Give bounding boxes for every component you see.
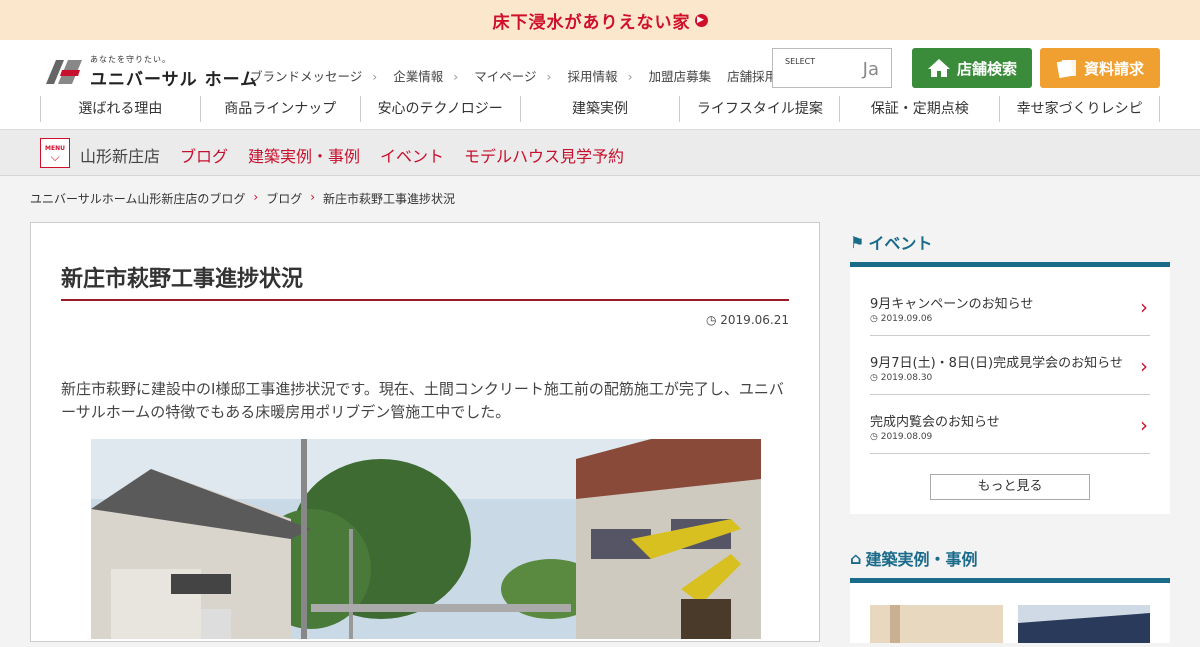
clock-icon: ◷ [870, 373, 878, 383]
clock-icon: ◷ [870, 432, 878, 442]
store-name: 山形新庄店 [80, 147, 161, 166]
util-link-recruit[interactable]: 採用情報 [568, 66, 633, 85]
event-item[interactable]: 9月キャンペーンのお知らせ ◷ 2019.09.06 › [870, 277, 1150, 336]
language-select[interactable]: SELECT Ja [772, 48, 892, 88]
nav-item-lifestyle[interactable]: ライフスタイル提案 [679, 96, 839, 122]
document-icon [1056, 59, 1076, 78]
event-item[interactable]: 完成内覧会のお知らせ ◷ 2019.08.09 › [870, 395, 1150, 454]
logo-mark-icon [46, 60, 82, 84]
chevron-right-icon: › [1140, 413, 1148, 437]
flag-icon: ⚑ [850, 232, 865, 252]
article-date-text: 2019.06.21 [720, 313, 789, 327]
logo-name: ユニバーサル ホーム [90, 70, 259, 90]
more-events-button[interactable]: もっと見る [930, 474, 1090, 500]
article-title: 新庄市萩野工事進捗状況 [61, 267, 304, 292]
event-date-text: 2019.08.09 [880, 432, 933, 442]
store-search-label: 店舗検索 [956, 59, 1017, 78]
event-date: ◷ 2019.09.06 [870, 314, 1150, 324]
house-icon [927, 59, 950, 77]
breadcrumb-blog[interactable]: ブログ [266, 190, 302, 207]
clock-icon: ◷ [705, 313, 717, 327]
event-date-text: 2019.09.06 [880, 314, 933, 324]
store-search-button[interactable]: 店舗検索 [912, 48, 1032, 88]
language-select-value: Ja [862, 59, 879, 80]
promo-text: 床下浸水がありえない家 [492, 12, 691, 33]
nav-item-lineup[interactable]: 商品ラインナップ [199, 96, 360, 122]
nav-item-warranty[interactable]: 保証・定期点検 [839, 96, 999, 122]
store-subbar: MENU ⌵ 山形新庄店 ブログ 建築実例・事例 イベント モデルハウス見学予約 [0, 130, 1200, 176]
document-request-label: 資料請求 [1083, 59, 1144, 78]
util-link-franchise[interactable]: 加盟店募集 [649, 66, 712, 85]
store-link-blog[interactable]: ブログ [180, 143, 228, 167]
utility-nav: ブランドメッセージ 企業情報 マイページ 採用情報 加盟店募集 店舗採用情報 [250, 66, 802, 85]
site-header: あなたを守りたい。 ユニバーサル ホーム ブランドメッセージ 企業情報 マイペー… [0, 40, 1200, 130]
menu-button[interactable]: MENU ⌵ [40, 138, 70, 168]
nav-item-recipes[interactable]: 幸せ家づくりレシピ [999, 96, 1161, 122]
util-link-brand[interactable]: ブランドメッセージ [250, 66, 377, 85]
events-heading: ⚑ イベント [850, 222, 1170, 262]
document-request-button[interactable]: 資料請求 [1040, 48, 1160, 88]
event-date-text: 2019.08.30 [880, 373, 933, 383]
cases-heading: ⌂ 建築実例・事例 [850, 538, 1170, 578]
chevron-down-icon: ⌵ [50, 149, 60, 164]
article-body: 新庄市萩野に建設中のI様邸工事進捗状況です。現在、土間コンクリート施工前の配筋施… [61, 380, 784, 421]
event-date: ◷ 2019.08.09 [870, 432, 1150, 442]
breadcrumb-separator-icon: › [310, 190, 316, 204]
cases-section: ⌂ 建築実例・事例 [850, 538, 1170, 645]
logo-tagline: あなたを守りたい。 [90, 55, 171, 64]
util-link-mypage[interactable]: マイページ [474, 66, 551, 85]
promo-banner[interactable]: 床下浸水がありえない家 ▶ [0, 0, 1200, 40]
sidebar: ⚑ イベント 9月キャンペーンのお知らせ ◷ 2019.09.06 › 9月7日… [850, 222, 1170, 514]
nav-item-reasons[interactable]: 選ばれる理由 [40, 96, 200, 122]
nav-item-examples[interactable]: 建築実例 [519, 96, 680, 122]
language-select-label: SELECT [785, 57, 816, 66]
cases-heading-text: 建築実例・事例 [865, 550, 978, 569]
event-title: 9月キャンペーンのお知らせ [870, 297, 1034, 312]
chevron-right-icon: › [1140, 295, 1148, 319]
construction-photo [91, 439, 761, 639]
breadcrumb-current: 新庄市萩野工事進捗状況 [323, 192, 456, 206]
store-link-events[interactable]: イベント [380, 143, 444, 167]
cases-panel [850, 583, 1170, 645]
events-panel: 9月キャンペーンのお知らせ ◷ 2019.09.06 › 9月7日(土)・8日(… [850, 267, 1170, 514]
store-links: ブログ 建築実例・事例 イベント モデルハウス見学予約 [180, 143, 624, 167]
event-date: ◷ 2019.08.30 [870, 373, 1150, 383]
main-nav: 選ばれる理由 商品ラインナップ 安心のテクノロジー 建築実例 ライフスタイル提案… [40, 96, 1161, 122]
event-item[interactable]: 9月7日(土)・8日(日)完成見学会のお知らせ ◷ 2019.08.30 › [870, 336, 1150, 395]
article: 新庄市萩野工事進捗状況 ◷ 2019.06.21 新庄市萩野に建設中のI様邸工事… [30, 222, 820, 642]
store-link-model-house[interactable]: モデルハウス見学予約 [464, 143, 624, 167]
events-heading-text: イベント [868, 234, 933, 253]
title-divider [61, 299, 789, 301]
breadcrumb: ユニバーサルホーム山形新庄店のブログ › ブログ › 新庄市萩野工事進捗状況 [30, 190, 455, 207]
breadcrumb-store-blog[interactable]: ユニバーサルホーム山形新庄店のブログ [30, 190, 245, 207]
nav-item-technology[interactable]: 安心のテクノロジー [359, 96, 520, 122]
event-title: 完成内覧会のお知らせ [870, 415, 1000, 430]
logo[interactable]: あなたを守りたい。 ユニバーサル ホーム [40, 54, 258, 90]
chevron-right-icon: › [1140, 354, 1148, 378]
house-outline-icon: ⌂ [850, 548, 862, 568]
store-link-cases[interactable]: 建築実例・事例 [248, 143, 360, 167]
arrow-right-icon: ▶ [694, 13, 708, 27]
util-link-company[interactable]: 企業情報 [393, 66, 458, 85]
article-date: ◷ 2019.06.21 [706, 313, 789, 327]
breadcrumb-separator-icon: › [253, 190, 259, 204]
clock-icon: ◷ [870, 314, 878, 324]
event-title: 9月7日(土)・8日(日)完成見学会のお知らせ [870, 356, 1123, 371]
